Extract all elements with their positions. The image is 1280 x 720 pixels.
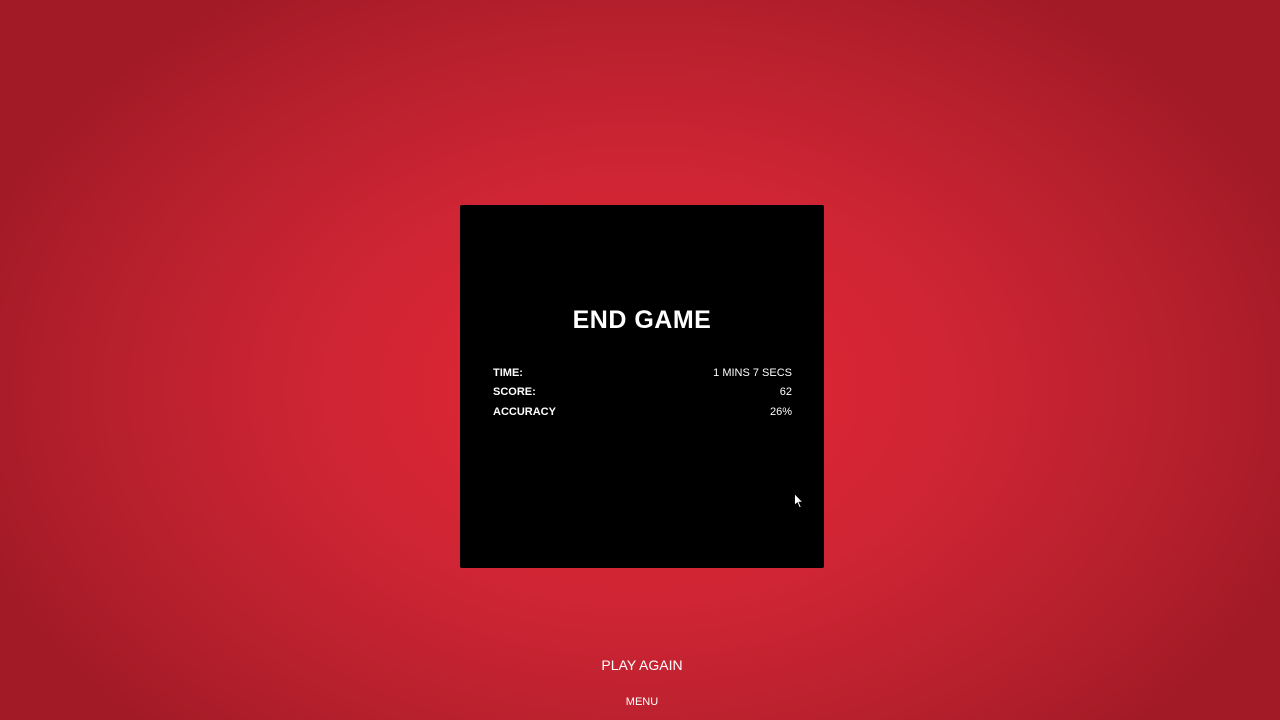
mouse-pointer-icon: [794, 493, 804, 509]
stat-label-accuracy: ACCURACY: [493, 405, 556, 418]
play-again-button[interactable]: PLAY AGAIN: [560, 652, 724, 678]
stat-value-time: 1 MINS 7 SECS: [713, 366, 792, 379]
end-game-panel: END GAME TIME: 1 MINS 7 SECS SCORE: 62 A…: [460, 205, 824, 568]
stat-label-time: TIME:: [493, 366, 523, 379]
stat-row-time: TIME: 1 MINS 7 SECS: [493, 363, 792, 383]
stat-value-score: 62: [779, 386, 792, 399]
stat-value-accuracy: 26%: [769, 405, 792, 418]
stat-row-score: SCORE: 62: [493, 383, 792, 403]
panel-title: END GAME: [572, 306, 712, 334]
menu-button[interactable]: MENU: [590, 692, 694, 712]
stats-list: TIME: 1 MINS 7 SECS SCORE: 62 ACCURACY 2…: [493, 363, 792, 422]
stat-label-score: SCORE:: [493, 386, 536, 399]
stat-row-accuracy: ACCURACY 26%: [493, 402, 792, 422]
